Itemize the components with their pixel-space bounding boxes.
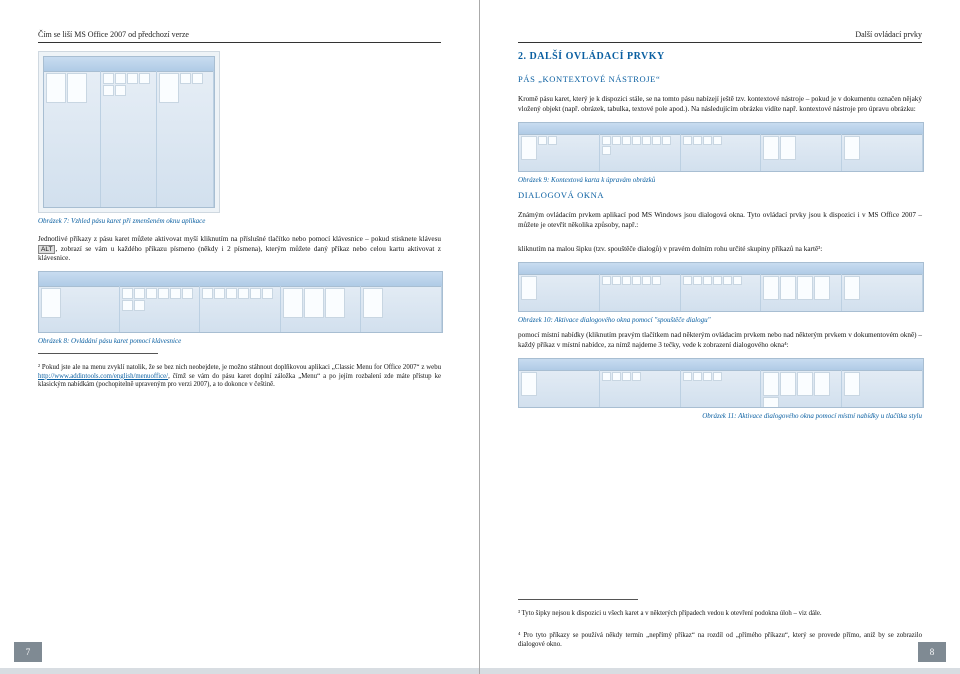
footnote-rule-right [518, 599, 638, 600]
heading-2: 2. DALŠÍ OVLÁDACÍ PRVKY [518, 51, 922, 62]
heading-dialogs: DIALOGOVÁ OKNA [518, 190, 922, 200]
para-context: Kromě pásu karet, který je k dispozici s… [518, 95, 922, 114]
fig7-row: Obrázek 7: Vzhled pásu karet při zmenšen… [38, 51, 441, 225]
kbd-alt: ALT [38, 245, 55, 254]
caption-8: Obrázek 8: Ovládání pásu karet pomocí kl… [38, 337, 441, 345]
header-left: Čím se liší MS Office 2007 od předchozí … [38, 30, 441, 39]
heading-context-tools: PÁS „KONTEXTOVÉ NÁSTROJE“ [518, 74, 922, 84]
caption-9: Obrázek 9: Kontextová karta k úpravám ob… [518, 176, 922, 184]
fig7-col: Obrázek 7: Vzhled pásu karet při zmenšen… [38, 51, 220, 225]
figure-8 [38, 271, 443, 333]
header-rule-right [518, 42, 922, 43]
page-left: Čím se liší MS Office 2007 od předchozí … [0, 0, 480, 674]
para-context-menu: pomocí místní nabídky (kliknutím pravým … [518, 331, 922, 350]
figure-10 [518, 262, 924, 312]
footnote-4: ⁴ Pro tyto příkazy se používá někdy term… [518, 632, 922, 649]
figure-7 [38, 51, 220, 213]
caption-11: Obrázek 11: Aktivace dialogového okna po… [518, 412, 922, 420]
figure-11 [518, 358, 924, 408]
footnote-2: ² Pokud jste ale na menu zvyklí natolik,… [38, 364, 441, 389]
para-keyboard: Jednotlivé příkazy z pásu karet můžete a… [38, 235, 441, 264]
page-strip-right [480, 668, 960, 674]
caption-7: Obrázek 7: Vzhled pásu karet při zmenšen… [38, 217, 220, 225]
para-launcher: kliknutím na malou šipku (tzv. spouštěče… [518, 245, 922, 255]
link-addintools[interactable]: http://www.addintools.com/english/menuof… [38, 373, 168, 380]
para-dialogs-intro: Známým ovládacím prvkem aplikací pod MS … [518, 211, 922, 230]
figure-9 [518, 122, 924, 172]
footnote-3: ³ Tyto šipky nejsou k dispozici u všech … [518, 610, 922, 618]
page-number-right: 8 [918, 642, 946, 662]
header-rule [38, 42, 441, 43]
page-right: Další ovládací prvky 2. DALŠÍ OVLÁDACÍ P… [480, 0, 960, 674]
ribbon-collapsed-mock [43, 56, 215, 208]
header-right: Další ovládací prvky [518, 30, 922, 39]
caption-10: Obrázek 10: Aktivace dialogového okna po… [518, 316, 922, 324]
page-strip-left [0, 668, 479, 674]
footnote-rule-left [38, 353, 158, 354]
page-number-left: 7 [14, 642, 42, 662]
